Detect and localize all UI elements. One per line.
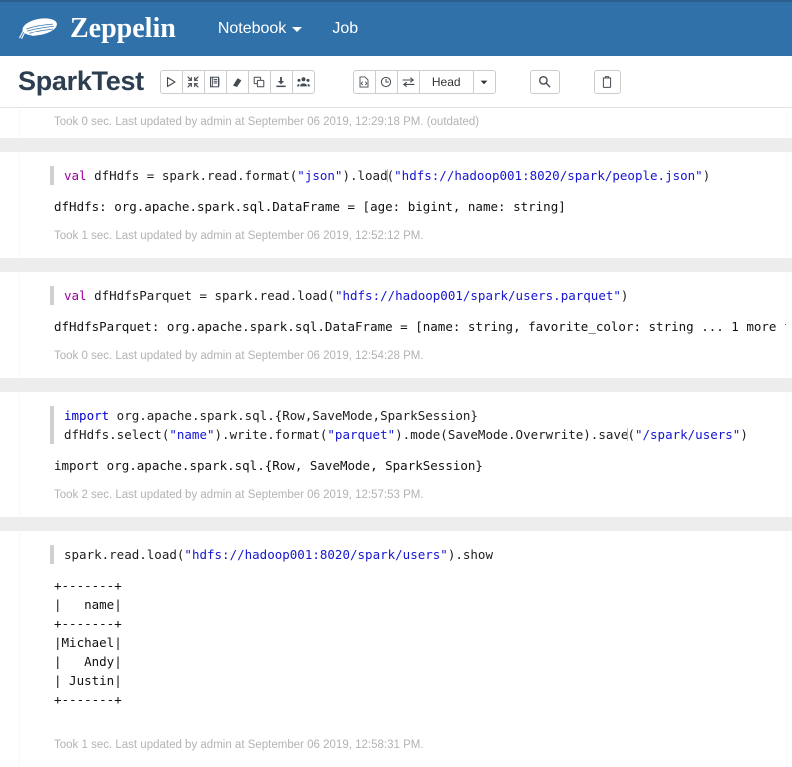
paragraph[interactable]: import org.apache.spark.sql.{Row,SaveMod… <box>20 392 786 517</box>
commit-note-button[interactable] <box>352 69 376 94</box>
brand-label: Zeppelin <box>70 13 176 44</box>
note-version-label: Head <box>431 74 461 89</box>
paragraph-separator <box>0 517 792 531</box>
book-icon <box>209 76 221 88</box>
run-schedule-button[interactable] <box>374 69 398 94</box>
paragraph-status: Took 1 sec. Last updated by admin at Sep… <box>54 230 424 242</box>
users-icon <box>296 76 310 88</box>
code-editor[interactable]: import org.apache.spark.sql.{Row,SaveMod… <box>50 406 786 444</box>
note-action-button-group <box>159 69 315 94</box>
paragraph-separator <box>0 378 792 392</box>
chevron-down-icon <box>479 77 489 87</box>
delete-note-button[interactable] <box>593 69 621 94</box>
paragraph-result: import org.apache.spark.sql.{Row, SaveMo… <box>54 458 483 473</box>
keyboard-shortcuts-button[interactable] <box>396 69 420 94</box>
code-file-icon <box>358 75 370 88</box>
paragraph-separator <box>0 258 792 272</box>
play-icon <box>165 76 177 88</box>
export-icon <box>275 76 287 88</box>
note-version-button-group: Head <box>352 69 496 94</box>
navbar-menu: Notebook Job <box>218 20 358 38</box>
trash-icon <box>601 75 613 88</box>
nav-item-job-label: Job <box>332 20 359 37</box>
paragraph-result: dfHdfsParquet: org.apache.spark.sql.Data… <box>54 319 786 334</box>
paragraph-status: Took 0 sec. Last updated by admin at Sep… <box>54 116 480 128</box>
code-editor[interactable]: val dfHdfsParquet = spark.read.load("hdf… <box>50 286 786 305</box>
paragraph-result: dfHdfs: org.apache.spark.sql.DataFrame =… <box>54 199 566 214</box>
paragraph-status: Took 1 sec. Last updated by admin at Sep… <box>54 739 424 751</box>
zeppelin-airship-icon <box>18 15 60 43</box>
nav-item-job[interactable]: Job <box>332 20 358 38</box>
shortcuts-icon <box>402 76 415 88</box>
collapse-icon <box>187 75 199 88</box>
clone-icon <box>253 76 265 88</box>
search-button-group <box>529 69 560 94</box>
export-note-button[interactable] <box>269 69 293 94</box>
toggle-show-hide-code-button[interactable] <box>181 69 205 94</box>
clone-note-button[interactable] <box>247 69 271 94</box>
note-toolbar: SparkTest Head <box>0 56 792 108</box>
paragraph[interactable]: Took 0 sec. Last updated by admin at Sep… <box>20 108 786 138</box>
search-icon <box>538 75 551 88</box>
delete-button-group <box>593 69 621 94</box>
toggle-show-hide-output-button[interactable] <box>203 69 227 94</box>
note-version-select[interactable]: Head <box>418 69 474 94</box>
paragraph-status: Took 0 sec. Last updated by admin at Sep… <box>54 350 424 362</box>
top-navbar: Zeppelin Notebook Job <box>0 0 792 56</box>
search-code-button[interactable] <box>529 69 560 94</box>
code-editor[interactable]: val dfHdfs = spark.read.format("json").l… <box>50 166 786 185</box>
note-permissions-button[interactable] <box>291 69 315 94</box>
page-title: SparkTest <box>18 66 144 96</box>
clock-icon <box>380 76 392 88</box>
note-version-dropdown-toggle[interactable] <box>472 69 496 94</box>
paragraph-result: +-------+ | name| +-------+ |Michael| | … <box>54 578 122 707</box>
paragraph-status: Took 2 sec. Last updated by admin at Sep… <box>54 489 424 501</box>
chevron-down-icon <box>292 26 303 32</box>
code-editor[interactable]: spark.read.load("hdfs://hadoop001:8020/s… <box>50 545 786 564</box>
paragraph[interactable]: val dfHdfsParquet = spark.read.load("hdf… <box>20 272 786 378</box>
paragraph-separator <box>0 138 792 152</box>
nav-item-notebook-label: Notebook <box>217 20 287 37</box>
notebook-paragraph-list: Took 0 sec. Last updated by admin at Sep… <box>0 108 792 767</box>
run-all-paragraphs-button[interactable] <box>159 69 183 94</box>
nav-item-notebook[interactable]: Notebook <box>218 20 303 38</box>
clear-output-button[interactable] <box>225 69 249 94</box>
paragraph[interactable]: spark.read.load("hdfs://hadoop001:8020/s… <box>20 531 786 767</box>
brand[interactable]: Zeppelin <box>18 15 176 43</box>
eraser-icon <box>231 76 243 88</box>
paragraph[interactable]: val dfHdfs = spark.read.format("json").l… <box>20 152 786 258</box>
